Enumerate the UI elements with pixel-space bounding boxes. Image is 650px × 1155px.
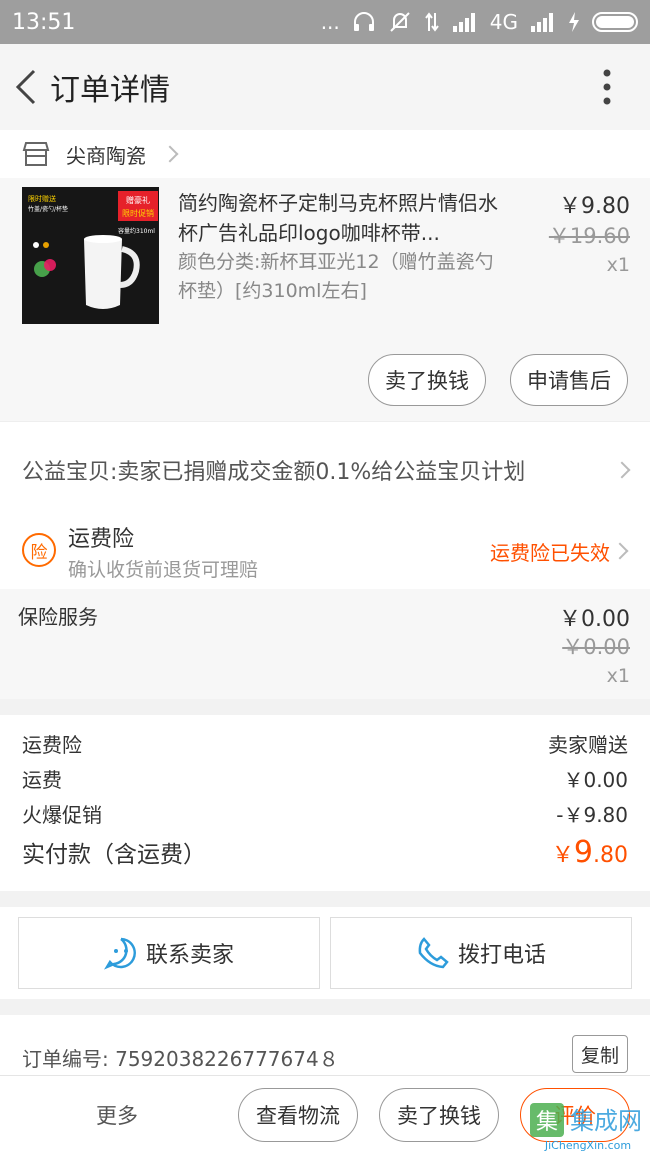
summary-row: 运费 ￥0.00 — [22, 764, 628, 793]
insurance-icon: 险 — [22, 533, 56, 567]
back-arrow-icon[interactable] — [6, 67, 46, 107]
summary-value: 卖家赠送 — [548, 733, 628, 757]
product-title[interactable]: 简约陶瓷杯子定制马克杯照片情侣水杯广告礼品印logo咖啡杯带... — [178, 188, 498, 248]
shop-name: 尖商陶瓷 — [66, 143, 146, 168]
order-number-row: 订单编号: 7592038226777674８ 复制 — [0, 1015, 650, 1075]
page-title: 订单详情 — [50, 73, 170, 108]
data-transfer-icon — [424, 12, 439, 32]
apply-aftersale-button[interactable]: 申请售后 — [510, 354, 628, 406]
insurance-service-item: 保险服务 ￥0.00 ￥0.00 x1 — [0, 589, 650, 699]
insurance-status: 运费险已失效 — [490, 541, 610, 565]
thumb-badge-text: 赠豪礼 — [126, 195, 150, 205]
status-icons: ... 4G — [321, 10, 638, 34]
summary-label: 运费险 — [22, 733, 82, 757]
cell-signal-icon — [452, 13, 475, 32]
shipping-insurance-row[interactable]: 险 运费险 确认收货前退货可理赔 运费险已失效 — [0, 517, 650, 589]
service-price: ￥0.00 — [559, 607, 630, 632]
charity-text: 公益宝贝:卖家已捐赠成交金额0.1%给公益宝贝计划 — [22, 459, 526, 485]
overflow-menu-icon[interactable] — [592, 62, 622, 112]
watermark-brand: 集成网 — [570, 1107, 642, 1135]
copy-button[interactable]: 复制 — [572, 1035, 628, 1073]
service-original-price: ￥0.00 — [562, 635, 630, 659]
wifi-signal-icon — [531, 13, 553, 32]
summary-value: -￥9.80 — [556, 803, 628, 827]
summary-value: ￥0.00 — [563, 768, 628, 792]
charging-icon — [569, 12, 579, 32]
thumb-badge-text-2: 限时促销 — [122, 208, 154, 218]
thumb-left-text: 限时赠送 — [28, 194, 56, 203]
headset-icon — [353, 12, 374, 31]
more-actions-link[interactable]: 更多 — [96, 1100, 138, 1130]
order-number: 订单编号: 7592038226777674８ — [22, 1047, 339, 1071]
charity-row[interactable]: 公益宝贝:卖家已捐赠成交金额0.1%给公益宝贝计划 — [0, 421, 650, 517]
shop-row[interactable]: 尖商陶瓷 — [0, 130, 650, 178]
product-original-price: ￥19.60 — [548, 224, 630, 248]
chevron-right-icon — [161, 145, 179, 163]
sell-resell-button[interactable]: 卖了换钱 — [368, 354, 486, 406]
product-price: ￥9.80 — [559, 194, 630, 219]
network-type: 4G — [489, 10, 518, 34]
total-label: 实付款（含运费） — [22, 842, 206, 868]
phone-icon — [418, 937, 449, 969]
product-quantity: x1 — [606, 254, 630, 276]
product-thumbnail[interactable]: 赠豪礼 限时促销 限时赠送 竹盖/瓷勺/杯垫 容量约310ml — [22, 187, 159, 324]
price-summary: 运费险 卖家赠送 运费 ￥0.00 火爆促销 -￥9.80 实付款（含运费） ￥… — [0, 715, 650, 891]
app-bar: 订单详情 — [0, 44, 650, 130]
call-phone-label: 拨打电话 — [457, 943, 546, 968]
total-amount: ￥9.80 — [552, 835, 628, 870]
insurance-title: 运费险 — [68, 527, 135, 552]
order-item[interactable]: 赠豪礼 限时促销 限时赠送 竹盖/瓷勺/杯垫 容量约310ml 简约陶瓷杯子定制… — [0, 178, 650, 421]
total-row: 实付款（含运费） ￥9.80 — [22, 835, 628, 870]
thumb-left-text-2: 竹盖/瓷勺/杯垫 — [28, 205, 68, 213]
notification-dots-icon: ... — [320, 10, 340, 34]
summary-row: 运费险 卖家赠送 — [22, 729, 628, 758]
total-decimal: .80 — [593, 843, 628, 868]
status-time: 13:51 — [12, 9, 76, 35]
summary-row: 火爆促销 -￥9.80 — [22, 799, 628, 828]
summary-label: 火爆促销 — [22, 803, 102, 827]
product-sku: 颜色分类:新杯耳亚光12（赠竹盖瓷勺杯垫）[约310ml左右] — [178, 251, 494, 302]
contact-seller-button[interactable]: 联系卖家 — [18, 917, 320, 989]
watermark-logo: 集 集成网 JiChengXin.com — [530, 1103, 642, 1152]
resell-button[interactable]: 卖了换钱 — [379, 1088, 499, 1142]
silent-icon — [390, 12, 410, 32]
contact-seller-label: 联系卖家 — [145, 943, 234, 968]
contact-section: 联系卖家 拨打电话 — [0, 907, 650, 999]
watermark-url: JiChengXin.com — [544, 1139, 631, 1152]
bottom-action-bar: 更多 查看物流 卖了换钱 评价 集 集成网 JiChengXin.com — [0, 1075, 650, 1155]
service-label: 保险服务 — [18, 605, 98, 629]
service-quantity: x1 — [606, 665, 630, 687]
view-logistics-button[interactable]: 查看物流 — [238, 1088, 358, 1142]
chat-bubble-icon — [103, 937, 136, 970]
chevron-right-icon — [613, 461, 631, 478]
chevron-right-icon — [611, 542, 629, 560]
insurance-subtitle: 确认收货前退货可理赔 — [68, 559, 259, 581]
summary-label: 运费 — [22, 768, 62, 792]
thumb-capacity: 容量约310ml — [118, 227, 155, 235]
total-currency: ￥ — [551, 843, 574, 868]
total-integer: 9 — [573, 835, 593, 870]
status-bar: 13:51 ... 4G — [0, 0, 650, 44]
svg-text:集: 集 — [536, 1110, 558, 1135]
store-icon — [22, 142, 50, 166]
battery-icon — [592, 12, 638, 32]
call-phone-button[interactable]: 拨打电话 — [330, 917, 632, 989]
